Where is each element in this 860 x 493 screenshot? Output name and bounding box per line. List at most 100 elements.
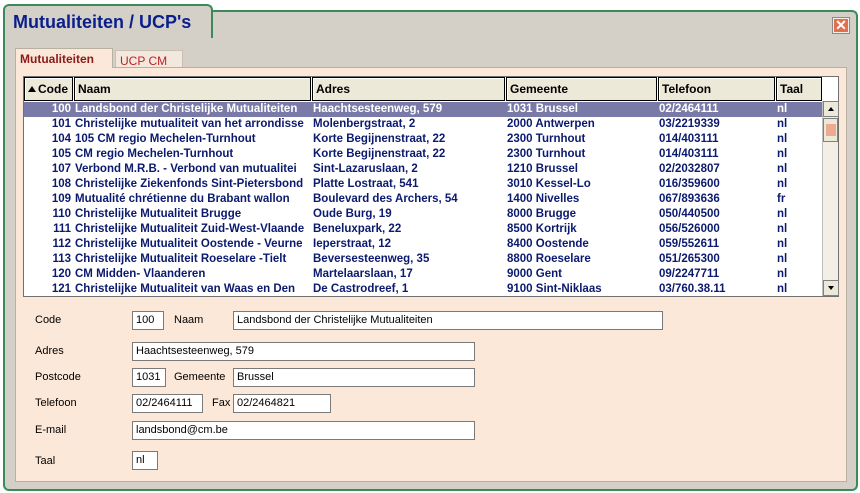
table-row[interactable]: 100 Landsbond der Christelijke Mutualitei…: [24, 102, 822, 117]
telefoon-field[interactable]: 02/2464111: [132, 394, 203, 413]
taal-label: Taal: [35, 455, 56, 467]
table-cell: nl: [777, 178, 788, 190]
adres-field[interactable]: Haachtsesteenweg, 579: [132, 342, 475, 361]
table-cell: Haachtsesteenweg, 579: [313, 103, 443, 115]
table-cell: 9100 Sint-Niklaas: [507, 283, 602, 295]
table-row[interactable]: 111 Christelijke Mutualiteit Zuid-West-Vl…: [24, 222, 822, 237]
table-cell: nl: [777, 268, 788, 280]
table-cell: 107: [51, 163, 71, 175]
table-cell: 3010 Kessel-Lo: [507, 178, 591, 190]
taal-field[interactable]: nl: [132, 451, 158, 470]
column-header-gemeente[interactable]: Gemeente: [506, 77, 657, 101]
naam-field[interactable]: Landsbond der Christelijke Mutualiteiten: [233, 311, 663, 330]
table-cell: Christelijke Mutualiteit van Waas en Den: [75, 283, 296, 295]
scroll-down-icon[interactable]: [823, 280, 839, 296]
table-cell: Molenbergstraat, 2: [313, 118, 416, 130]
table-cell: 8000 Brugge: [507, 208, 577, 220]
table-cell: 1031 Brussel: [507, 103, 578, 115]
table-cell: 112: [52, 238, 71, 250]
table-row[interactable]: 104 105 CM regio Mechelen-Turnhout Korte B…: [24, 132, 822, 147]
table-cell: 111: [53, 223, 71, 235]
table-cell: 050/440500: [659, 208, 720, 220]
table-cell: 014/403111: [659, 148, 719, 160]
fax-label: Fax: [212, 397, 231, 409]
table-row[interactable]: 108 Christelijke Ziekenfonds Sint-Pieters…: [24, 177, 822, 192]
tab-mutualiteiten[interactable]: Mutualiteiten: [15, 48, 113, 68]
close-button[interactable]: ✕: [832, 17, 850, 34]
table-cell: 03/2219339: [659, 118, 720, 130]
table-cell: Verbond M.R.B. - Verbond van mutualitei: [75, 163, 297, 175]
table-cell: nl: [777, 223, 788, 235]
tab-ucp-cm[interactable]: UCP CM: [115, 50, 183, 68]
table-cell: 108: [51, 178, 71, 190]
code-field[interactable]: 100: [132, 311, 164, 330]
table-cell: 104: [51, 133, 71, 145]
gemeente-field[interactable]: Brussel: [233, 368, 475, 387]
table-cell: Landsbond der Christelijke Mutualiteiten: [75, 103, 298, 115]
table-cell: 109: [51, 193, 71, 205]
postcode-field[interactable]: 1031: [132, 368, 166, 387]
table-cell: 100: [51, 103, 71, 115]
table-cell: Christelijke Mutualiteit Brugge: [75, 208, 242, 220]
table-cell: 105: [51, 148, 71, 160]
column-header-adres[interactable]: Adres: [312, 77, 505, 101]
table-cell: 2300 Turnhout: [507, 133, 586, 145]
close-icon: ✕: [835, 17, 847, 33]
table-cell: De Castrodreef, 1: [313, 283, 409, 295]
fax-field[interactable]: 02/2464821: [233, 394, 331, 413]
sort-ascending-icon: [28, 86, 36, 92]
table-cell: 120: [51, 268, 71, 280]
column-header-naam[interactable]: Naam: [74, 77, 311, 101]
table-cell: Martelaarslaan, 17: [313, 268, 413, 280]
code-label: Code: [35, 314, 62, 326]
table-row[interactable]: 101 Christelijke mutualiteit van het arro…: [24, 117, 822, 132]
grid-rows: 100 Landsbond der Christelijke Mutualitei…: [24, 102, 822, 297]
telefoon-label: Telefoon: [35, 397, 77, 409]
table-cell: Platte Lostraat, 541: [313, 178, 419, 190]
table-cell: nl: [777, 133, 788, 145]
column-header-telefoon[interactable]: Telefoon: [658, 77, 775, 101]
adres-label: Adres: [35, 345, 64, 357]
column-header-label: Naam: [78, 82, 111, 96]
table-cell: nl: [777, 283, 788, 295]
table-row[interactable]: 105 CM regio Mechelen-Turnhout Korte Begij…: [24, 147, 822, 162]
table-cell: Ieperstraat, 12: [313, 238, 391, 250]
table-cell: CM Midden- Vlaanderen: [75, 268, 206, 280]
email-field[interactable]: landsbond@cm.be: [132, 421, 475, 440]
table-cell: nl: [777, 163, 788, 175]
column-header-label: Adres: [316, 82, 351, 96]
column-header-code[interactable]: Code: [24, 77, 73, 101]
vertical-scrollbar[interactable]: [822, 101, 839, 296]
table-cell: Oude Burg, 19: [313, 208, 392, 220]
window-title: Mutualiteiten / UCP's: [13, 12, 192, 32]
table-row[interactable]: 113 Christelijke Mutualiteit Roeselare -T…: [24, 252, 822, 267]
table-row[interactable]: 112 Christelijke Mutualiteit Oostende - V…: [24, 237, 822, 252]
table-cell: nl: [777, 253, 788, 265]
table-row[interactable]: 120 CM Midden- Vlaanderen Martelaarslaan, …: [24, 267, 822, 282]
column-header-taal[interactable]: Taal: [776, 77, 822, 101]
email-label: E-mail: [35, 424, 67, 436]
scrollbar-thumb[interactable]: [823, 118, 838, 142]
window-title-tab: Mutualiteiten / UCP's: [3, 4, 213, 38]
table-cell: Korte Begijnenstraat, 22: [313, 133, 446, 145]
table-cell: fr: [777, 193, 786, 205]
table-row[interactable]: 109 Mutualité chrétienne du Brabant wallo…: [24, 192, 822, 207]
scroll-up-icon[interactable]: [823, 101, 839, 117]
table-cell: 2000 Antwerpen: [507, 118, 595, 130]
window: ✕ Mutualiteiten / UCP's Mutualiteiten UC…: [0, 0, 860, 493]
table-cell: Beversesteenweg, 35: [313, 253, 430, 265]
table-cell: Christelijke Mutualiteit Oostende - Veur…: [75, 238, 303, 250]
table-cell: Mutualité chrétienne du Brabant wallon: [75, 193, 290, 205]
table-cell: 8500 Kortrijk: [507, 223, 577, 235]
table-cell: 09/2247711: [659, 268, 720, 280]
table-row[interactable]: 107 Verbond M.R.B. - Verbond van mutualit…: [24, 162, 822, 177]
data-grid[interactable]: Code Naam Adres Gemeente Telefoon Taal 1…: [23, 76, 839, 297]
table-cell: Christelijke Mutualiteit Zuid-West-Vlaan…: [75, 223, 305, 235]
table-cell: 8400 Oostende: [507, 238, 589, 250]
table-cell: 059/552611: [659, 238, 720, 250]
table-cell: 110: [52, 208, 71, 220]
table-cell: CM regio Mechelen-Turnhout: [75, 148, 234, 160]
table-row[interactable]: 110 Christelijke Mutualiteit Brugge Oude B…: [24, 207, 822, 222]
naam-label: Naam: [174, 314, 204, 326]
table-row[interactable]: 121 Christelijke Mutualiteit van Waas en …: [24, 282, 822, 297]
